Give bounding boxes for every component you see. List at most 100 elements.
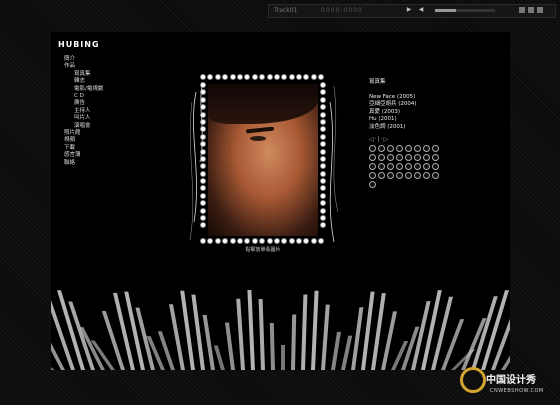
track-button[interactable] <box>432 145 439 152</box>
photo-frame: 點擊放單看圖片 <box>188 72 338 253</box>
frame-dot <box>236 74 243 80</box>
track-button[interactable] <box>378 154 385 161</box>
frame-dot <box>200 89 206 96</box>
track-button[interactable] <box>432 154 439 161</box>
track-button[interactable] <box>405 154 412 161</box>
track-button[interactable] <box>405 145 412 152</box>
track-button[interactable] <box>387 154 394 161</box>
frame-dot <box>214 74 221 80</box>
frame-dot <box>320 118 326 125</box>
stripe <box>301 294 308 370</box>
frame-dot <box>320 163 326 170</box>
track-button[interactable] <box>378 172 385 179</box>
window-controls <box>519 7 543 13</box>
track-button[interactable] <box>432 172 439 179</box>
track-button[interactable] <box>369 154 376 161</box>
frame-dot <box>200 163 206 170</box>
frame-dot <box>318 74 325 80</box>
frame-dot <box>320 207 326 214</box>
frame-dot <box>200 170 206 177</box>
frame-dot <box>200 82 206 88</box>
portrait-photo[interactable] <box>208 84 318 236</box>
track-button[interactable] <box>369 172 376 179</box>
track-button[interactable] <box>432 163 439 170</box>
next-icon[interactable] <box>519 7 525 13</box>
frame-dot <box>207 238 214 244</box>
nav-item[interactable]: 雜志 <box>64 78 103 85</box>
main-panel: HUBING 簡介 作品 寫真集 雜志 電影/電視劇 C D 廣告 主持人 叫片人 演唱會 照片館視… <box>51 32 510 370</box>
track-button[interactable] <box>414 163 421 170</box>
stripe <box>247 290 255 370</box>
track-button[interactable] <box>423 145 430 152</box>
frame-dot <box>310 238 317 244</box>
stripe <box>291 314 297 370</box>
track-grid <box>369 145 441 188</box>
nav-item[interactable]: 演唱會 <box>64 123 103 130</box>
photo-caption[interactable]: 點擊放單看圖片 <box>188 246 338 253</box>
frame-dot <box>320 126 326 133</box>
track-button[interactable] <box>414 172 421 179</box>
frame-dot <box>320 96 326 103</box>
frame-dot <box>320 82 326 88</box>
track-button[interactable] <box>387 145 394 152</box>
frame-dot <box>320 104 326 111</box>
track-button[interactable] <box>405 172 412 179</box>
progress-bar[interactable] <box>435 9 495 12</box>
frame-dot <box>200 74 206 80</box>
frame-dot <box>244 238 251 244</box>
track-button[interactable] <box>378 163 385 170</box>
frame-dot <box>320 178 326 185</box>
nav-item[interactable]: 視頻 <box>64 137 103 144</box>
frame-dot <box>251 74 258 80</box>
frame-dot <box>200 155 206 162</box>
track-code: 0000-0000 <box>321 7 363 14</box>
site-logo[interactable]: HUBING <box>58 40 100 49</box>
stop-icon[interactable] <box>528 7 534 13</box>
track-button[interactable] <box>414 145 421 152</box>
nav-item[interactable]: 電影/電視劇 <box>64 86 103 93</box>
track-button[interactable] <box>387 163 394 170</box>
nav-item[interactable]: 聯絡 <box>64 160 103 167</box>
frame-dot <box>200 133 206 140</box>
frame-dot <box>281 74 288 80</box>
track-button[interactable] <box>396 172 403 179</box>
frame-dot <box>200 200 206 207</box>
track-button[interactable] <box>423 172 430 179</box>
album-item[interactable]: Hu (2001) <box>369 116 417 123</box>
frame-dot <box>207 74 214 80</box>
track-button[interactable] <box>396 145 403 152</box>
track-button[interactable] <box>378 145 385 152</box>
album-item[interactable]: 真愛 (2003) <box>369 109 417 116</box>
frame-dot <box>200 96 206 103</box>
nav-item[interactable]: 廣告 <box>64 100 103 107</box>
track-button[interactable] <box>369 163 376 170</box>
media-player-bar: Track01 0000-0000 ▶ ◀ <box>268 4 556 18</box>
album-item[interactable]: 淡色調 (2001) <box>369 124 417 131</box>
prev-icon[interactable]: ◀ <box>417 6 425 14</box>
nav-item[interactable]: 叫片人 <box>64 115 103 122</box>
frame-dot <box>200 192 206 199</box>
track-button[interactable] <box>396 163 403 170</box>
stripe <box>113 292 135 370</box>
mini-player[interactable]: ◁·|·▷ <box>369 136 389 143</box>
frame-dot <box>200 126 206 133</box>
frame-dot <box>303 74 310 80</box>
frame-dot <box>229 238 236 244</box>
track-button[interactable] <box>414 154 421 161</box>
stripe <box>421 290 442 370</box>
track-button[interactable] <box>405 163 412 170</box>
album-item[interactable]: 亞細亞胡兵 (2004) <box>369 101 417 108</box>
frame-dot <box>320 141 326 148</box>
track-button[interactable] <box>369 145 376 152</box>
close-icon[interactable] <box>537 7 543 13</box>
frame-dot <box>200 111 206 118</box>
track-button[interactable] <box>423 154 430 161</box>
play-icon[interactable]: ▶ <box>405 6 413 14</box>
track-button[interactable] <box>369 181 376 188</box>
track-button[interactable] <box>396 154 403 161</box>
navigation-menu: 簡介 作品 寫真集 雜志 電影/電視劇 C D 廣告 主持人 叫片人 演唱會 照片館 視頻 下載 感言薄聯… <box>64 56 103 167</box>
track-button[interactable] <box>423 163 430 170</box>
track-button[interactable] <box>387 172 394 179</box>
nav-item[interactable]: 作品 <box>64 63 103 70</box>
nav-item[interactable]: 感言薄 <box>64 152 103 159</box>
